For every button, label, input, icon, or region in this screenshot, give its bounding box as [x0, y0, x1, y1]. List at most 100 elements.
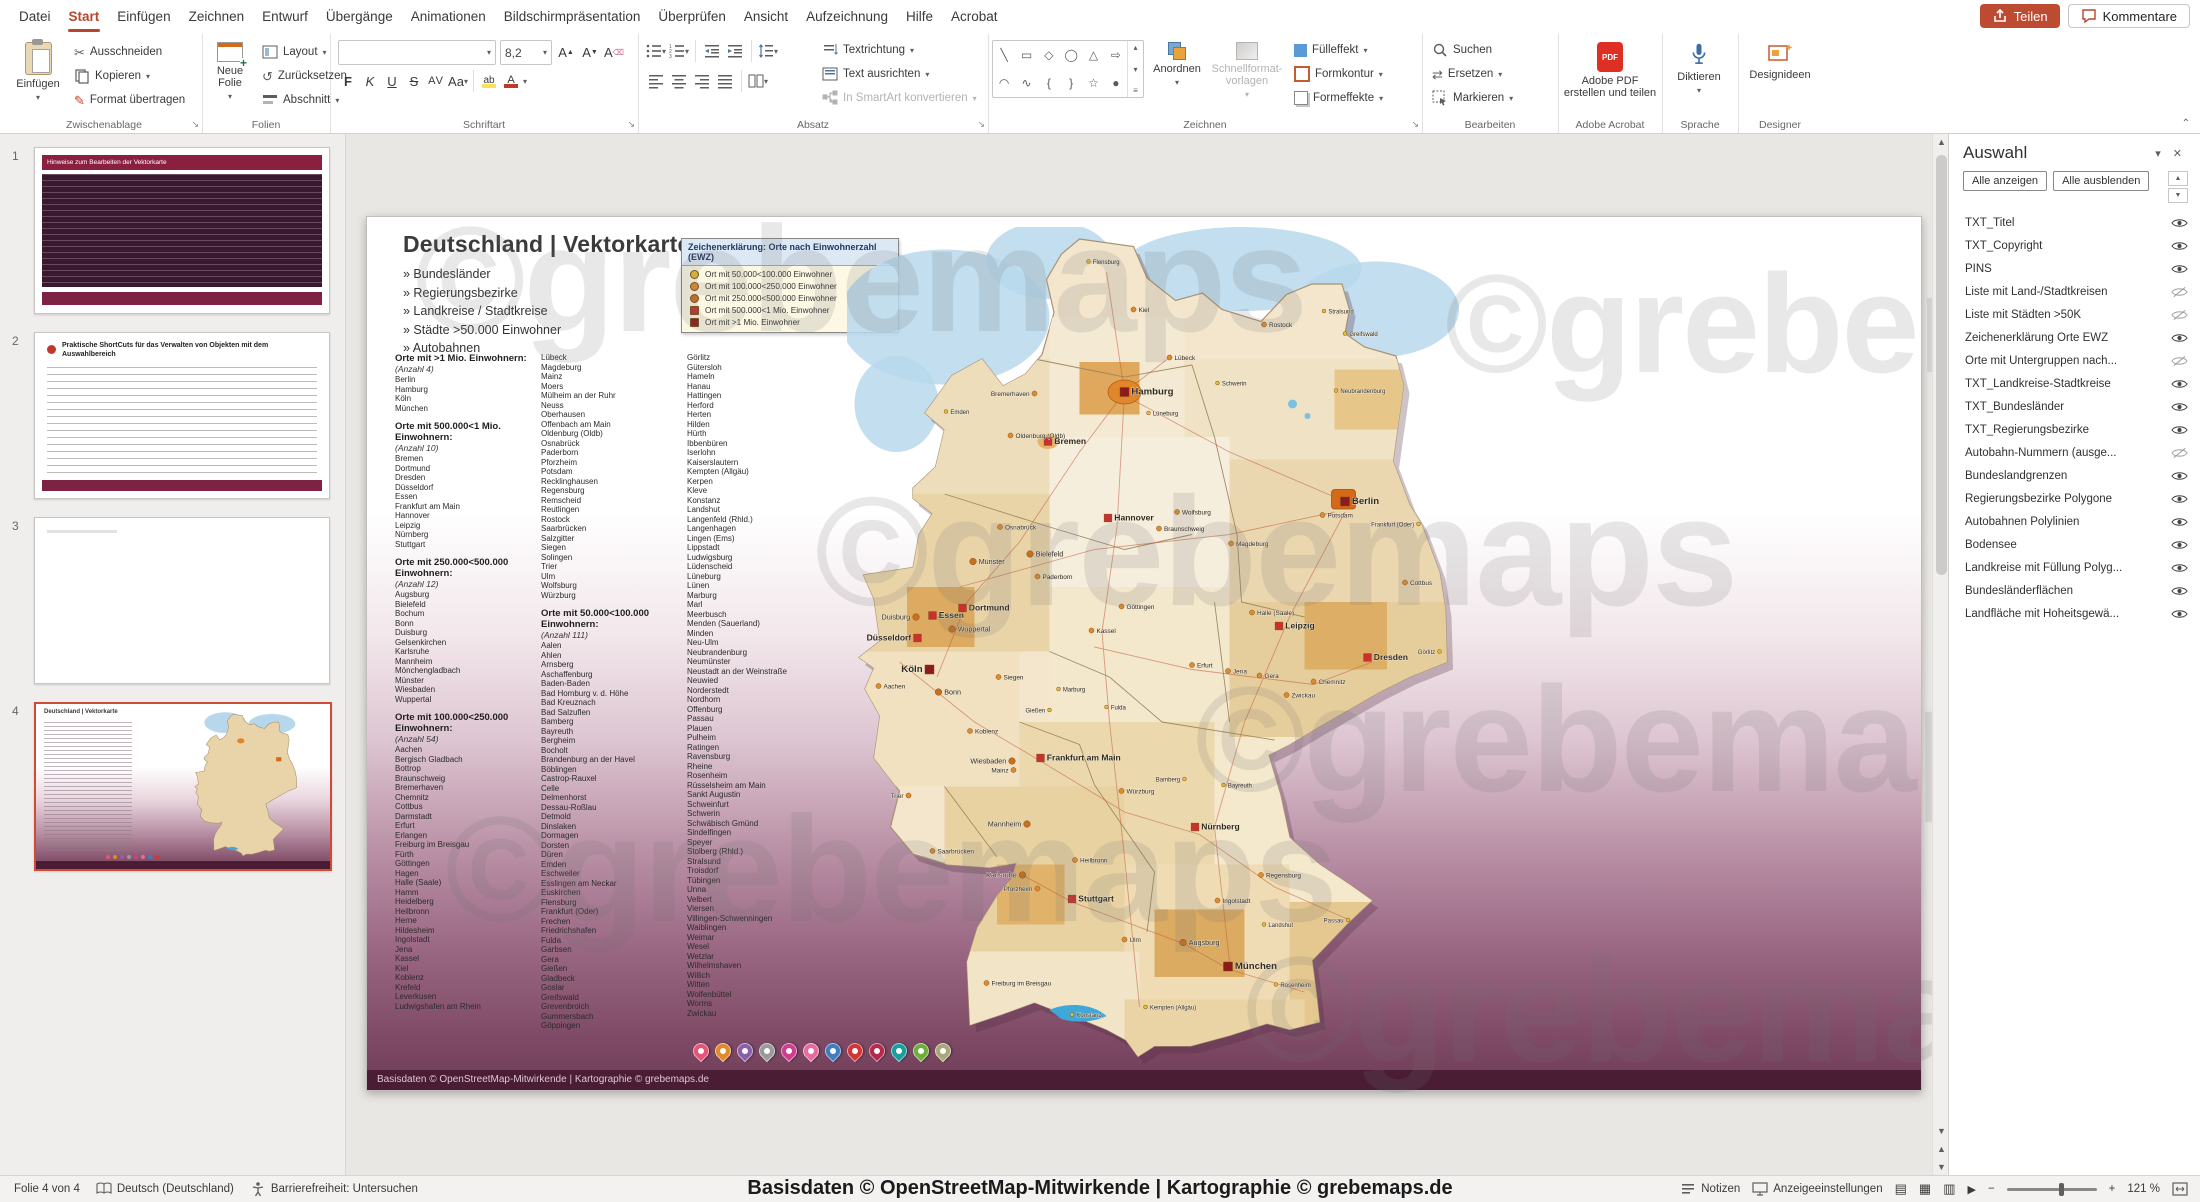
selection-item[interactable]: Zeichenerklärung Orte EWZ	[1949, 326, 2200, 349]
font-dialog-launcher[interactable]: ↘	[627, 119, 635, 130]
underline-button[interactable]: U	[382, 70, 402, 92]
font-name-combo[interactable]: ▾	[338, 40, 496, 65]
menu-tab-aufzeichnung[interactable]: Aufzeichnung	[797, 0, 897, 34]
map-pin-icon[interactable]	[890, 1041, 909, 1069]
hide-all-button[interactable]: Alle ausblenden	[2053, 171, 2149, 191]
germany-map[interactable]: BerlinHamburgKölnMünchenBremenDortmundDr…	[847, 227, 1462, 1067]
zoom-slider-thumb[interactable]	[2059, 1183, 2064, 1196]
shrink-font-button[interactable]: A▼	[580, 42, 600, 64]
convert-smartart-button[interactable]: In SmartArt konvertieren▾	[818, 86, 981, 110]
reading-view-button[interactable]: ▥	[1943, 1181, 1955, 1197]
shape-triangle-icon[interactable]: △	[1089, 48, 1098, 62]
close-pane-icon[interactable]: ✕	[2167, 145, 2188, 162]
shape-oval-icon[interactable]: ●	[1112, 76, 1119, 90]
menu-tab-übergänge[interactable]: Übergänge	[317, 0, 402, 34]
clear-formatting-button[interactable]: A⌫	[604, 42, 624, 64]
selection-item[interactable]: TXT_Landkreise-Stadtkreise	[1949, 372, 2200, 395]
shape-circle-icon[interactable]: ◯	[1064, 48, 1077, 62]
visibility-eye-icon[interactable]	[2171, 470, 2188, 482]
slide-thumbnail-3[interactable]	[34, 517, 330, 684]
selection-item[interactable]: Regierungsbezirke Polygone	[1949, 487, 2200, 510]
change-case-button[interactable]: Aa▾	[448, 70, 468, 92]
text-direction-button[interactable]: Textrichtung▾	[818, 38, 981, 62]
selection-item[interactable]: Bodensee	[1949, 533, 2200, 556]
quick-styles-button[interactable]: Schnellformat-vorlagen▾	[1210, 38, 1284, 126]
visibility-eye-icon[interactable]	[2171, 378, 2188, 390]
slide-4-canvas[interactable]: Deutschland | Vektorkarte » Bundesländer…	[366, 216, 1922, 1091]
notes-toggle[interactable]: Notizen	[1680, 1181, 1740, 1197]
shape-arc-icon[interactable]: ◠	[999, 76, 1009, 90]
selection-item[interactable]: TXT_Regierungsbezirke	[1949, 418, 2200, 441]
visibility-eye-icon[interactable]	[2171, 240, 2188, 252]
shape-curve-icon[interactable]: ∿	[1021, 76, 1031, 90]
dictate-button[interactable]: Diktieren▾	[1668, 38, 1730, 126]
display-settings-button[interactable]: Anzeigeeinstellungen	[1752, 1181, 1882, 1197]
visibility-eye-icon[interactable]	[2171, 332, 2188, 344]
scrollbar-thumb[interactable]	[1936, 155, 1947, 575]
city-list-column-2[interactable]: LübeckMagdeburgMainzMoersMülheim an der …	[541, 353, 683, 1031]
paragraph-dialog-launcher[interactable]: ↘	[977, 119, 985, 130]
paste-button[interactable]: Einfügen▾	[10, 38, 66, 126]
align-text-button[interactable]: Text ausrichten▾	[818, 62, 981, 86]
selection-item[interactable]: Landkreise mit Füllung Polyg...	[1949, 556, 2200, 579]
menu-tab-überprüfen[interactable]: Überprüfen	[649, 0, 735, 34]
justify-button[interactable]	[715, 70, 735, 92]
selection-item[interactable]: PINS	[1949, 257, 2200, 280]
text-highlight-button[interactable]: ab	[479, 70, 499, 92]
strikethrough-button[interactable]: S	[404, 70, 424, 92]
map-pin-icon[interactable]	[934, 1041, 953, 1069]
new-slide-button[interactable]: Neue Folie▾	[204, 38, 256, 126]
visibility-eye-off-icon[interactable]	[2171, 355, 2188, 367]
decrease-indent-button[interactable]	[702, 40, 722, 62]
visibility-eye-icon[interactable]	[2171, 585, 2188, 597]
bullet-list-button[interactable]: ▾	[646, 40, 666, 62]
selection-item[interactable]: Liste mit Land-/Stadtkreisen	[1949, 280, 2200, 303]
menu-tab-hilfe[interactable]: Hilfe	[897, 0, 942, 34]
slide-thumbnail-2[interactable]: Praktische ShortCuts für das Verwalten v…	[34, 332, 330, 499]
align-center-button[interactable]	[669, 70, 689, 92]
map-pin-icon[interactable]	[868, 1041, 887, 1069]
bold-button[interactable]: F	[338, 70, 358, 92]
shape-fill-button[interactable]: Fülleffekt▾	[1290, 38, 1387, 62]
shape-brace-right-icon[interactable]: }	[1069, 76, 1073, 90]
design-ideas-button[interactable]: Designideen	[1744, 38, 1816, 126]
visibility-eye-off-icon[interactable]	[2171, 309, 2188, 321]
align-right-button[interactable]	[692, 70, 712, 92]
menu-tab-start[interactable]: Start	[60, 0, 109, 34]
slide-sorter-view-button[interactable]: ▦	[1919, 1181, 1931, 1197]
selection-item[interactable]: Bundesländerflächen	[1949, 579, 2200, 602]
move-forward-icon[interactable]: ▲	[2168, 171, 2188, 186]
move-backward-icon[interactable]: ▼	[2168, 188, 2188, 203]
numbered-list-button[interactable]: 123▾	[669, 40, 689, 62]
grow-font-button[interactable]: A▲	[556, 42, 576, 64]
menu-tab-datei[interactable]: Datei	[10, 0, 60, 34]
map-pin-icon[interactable]	[802, 1041, 821, 1069]
shape-effects-button[interactable]: Formeffekte▾	[1290, 86, 1387, 110]
align-left-button[interactable]	[646, 70, 666, 92]
selection-item[interactable]: Landfläche mit Hoheitsgewä...	[1949, 602, 2200, 625]
slide-bullet-list[interactable]: » Bundesländer» Regierungsbezirke» Landk…	[403, 265, 561, 358]
find-button[interactable]: Suchen	[1428, 38, 1517, 62]
map-pin-icon[interactable]	[736, 1041, 755, 1069]
slide-title[interactable]: Deutschland | Vektorkarte	[403, 231, 691, 258]
select-button[interactable]: Markieren▾	[1428, 86, 1517, 110]
city-list-column-1[interactable]: Orte mit >1 Mio. Einwohnern:(Anzahl 4)Be…	[395, 353, 537, 1011]
shapes-gallery[interactable]: ╲ ▭ ◇ ◯ △ ⇨ ◠ ∿ { } ☆ ● ▴ ▾ ≡	[992, 40, 1144, 98]
slide-thumbnail-4[interactable]: Deutschland | Vektorkarte	[34, 702, 332, 871]
visibility-eye-icon[interactable]	[2171, 263, 2188, 275]
font-size-combo[interactable]: 8,2▾	[500, 40, 552, 65]
character-spacing-button[interactable]: AV	[426, 70, 446, 92]
visibility-eye-icon[interactable]	[2171, 539, 2188, 551]
shape-star-icon[interactable]: ☆	[1088, 76, 1099, 90]
shape-outline-button[interactable]: Formkontur▾	[1290, 62, 1387, 86]
visibility-eye-icon[interactable]	[2171, 424, 2188, 436]
create-pdf-button[interactable]: PDF Adobe PDF erstellen und teilen	[1562, 38, 1658, 126]
menu-tab-bildschirmpräsentation[interactable]: Bildschirmpräsentation	[495, 0, 650, 34]
increase-indent-button[interactable]	[725, 40, 745, 62]
slideshow-button[interactable]: ▶	[1967, 1183, 1975, 1196]
arrange-button[interactable]: Anordnen▾	[1148, 38, 1206, 126]
drawing-dialog-launcher[interactable]: ↘	[1411, 119, 1419, 130]
italic-button[interactable]: K	[360, 70, 380, 92]
zoom-level[interactable]: 121 %	[2127, 1183, 2160, 1195]
gallery-more-button[interactable]: ≡	[1133, 86, 1138, 95]
